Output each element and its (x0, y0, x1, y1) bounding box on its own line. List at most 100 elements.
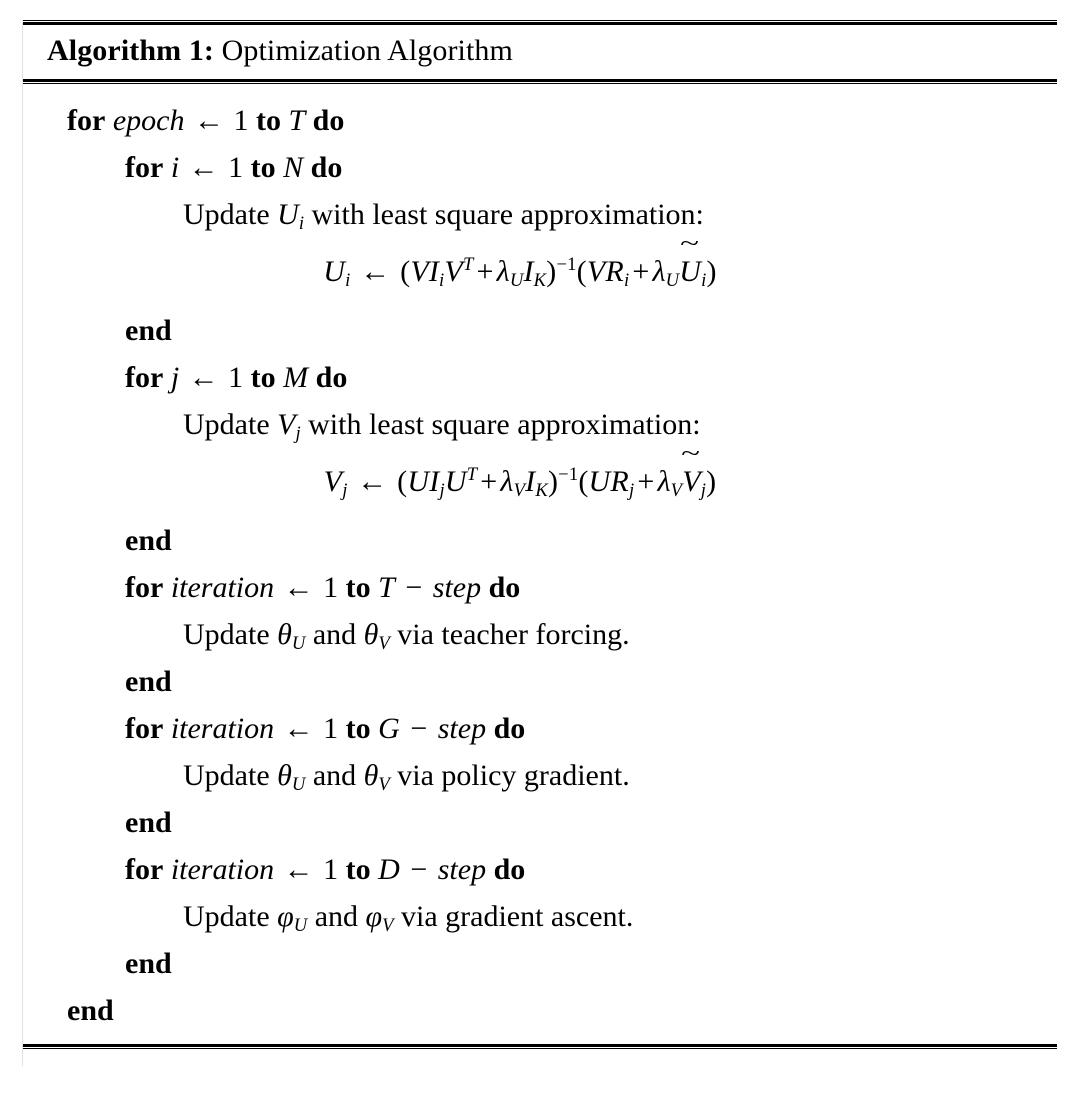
subscript-j: j (295, 422, 301, 444)
minus-operator: − (410, 711, 428, 745)
statement-with-lsq: with least square approximation: (311, 197, 704, 231)
tilde-accent-V: ~ V (681, 441, 701, 498)
keyword-to: to (255, 103, 281, 137)
keyword-do: do (488, 570, 521, 604)
algorithm-line-for-g-step: for iteration ← 1 to G − step do (23, 705, 1057, 752)
algorithm-body: for epoch ← 1 to T do for i ← 1 to N do … (23, 84, 1057, 1044)
keyword-end: end (125, 805, 172, 839)
keyword-to: to (345, 711, 371, 745)
keyword-for: for (125, 711, 164, 745)
conjunction-and: and (312, 617, 357, 651)
assign-arrow-icon: ← (357, 464, 388, 498)
algorithm-line-for-j: for j ← 1 to M do (23, 354, 1057, 401)
assign-arrow-icon: ← (193, 103, 224, 137)
algorithm-caption: Algorithm 1: Optimization Algorithm (23, 25, 1057, 79)
assign-arrow-icon: ← (188, 360, 219, 394)
symbol-V: Vj (277, 407, 301, 444)
loop-bound-T: T (288, 103, 306, 137)
symbol-theta-V: θV (363, 617, 390, 654)
loop-start-value: 1 (228, 150, 244, 184)
algorithm-line-end-epoch: end (23, 987, 1057, 1034)
statement-with-lsq: with least square approximation: (308, 407, 701, 441)
loop-bound-N: N (283, 150, 304, 184)
equation-v-expression: Vj ← (UIjUT + λVIK)−1(URj + λV ~ Vj) (324, 441, 757, 505)
loop-var-iteration: iteration (170, 570, 275, 604)
assign-arrow-icon: ← (360, 254, 391, 288)
algorithm-line-for-t-step: for iteration ← 1 to T − step do (23, 564, 1057, 611)
algorithm-line-end-g-step: end (23, 799, 1057, 846)
loop-bound-M: M (283, 360, 309, 394)
loop-var-iteration: iteration (170, 711, 275, 745)
algorithm-equation-v: Vj ← (UIjUT + λVIK)−1(URj + λV ~ Vj) (23, 441, 1057, 517)
symbol-theta-V: θV (363, 758, 390, 795)
symbol-U: Ui (277, 197, 304, 234)
algorithm-line-update-v: Update Vj with least square approximatio… (23, 401, 1057, 448)
minus-operator: − (405, 570, 423, 604)
statement-via-policy-gradient: via policy gradient. (397, 758, 630, 792)
assign-arrow-icon: ← (283, 570, 314, 604)
assign-arrow-icon: ← (283, 852, 314, 886)
statement-update: Update (183, 197, 270, 231)
statement-update: Update (183, 407, 270, 441)
algorithm-line-for-epoch: for epoch ← 1 to T do (23, 97, 1057, 144)
symbol-phi-U: φU (277, 899, 308, 936)
loop-start-value: 1 (233, 103, 249, 137)
keyword-do: do (312, 103, 345, 137)
statement-via-gradient-ascent: via gradient ascent. (400, 899, 634, 933)
keyword-do: do (315, 360, 348, 394)
statement-update: Update (183, 758, 270, 792)
keyword-end: end (67, 993, 114, 1027)
algorithm-caption-label: Algorithm 1: (47, 34, 215, 67)
keyword-end: end (125, 946, 172, 980)
keyword-do: do (493, 711, 526, 745)
symbol-theta-U: θU (277, 617, 306, 654)
equation-u-expression: Ui ← (VIiVT + λUIK)−1(VRi + λU ~ Ui) (323, 232, 756, 295)
keyword-to: to (345, 852, 371, 886)
keyword-for: for (125, 360, 164, 394)
algorithm-line-update-u: Update Ui with least square approximatio… (23, 191, 1057, 238)
keyword-end: end (125, 313, 172, 347)
algorithm-line-update-theta-teacher: Update θU and θV via teacher forcing. (23, 611, 1057, 658)
keyword-do: do (493, 852, 526, 886)
keyword-for: for (125, 852, 164, 886)
loop-bound-T: T (378, 570, 395, 604)
conjunction-and: and (312, 758, 357, 792)
subscript-i: i (298, 212, 304, 234)
loop-start-value: 1 (228, 360, 244, 394)
algorithm-line-end-t-step: end (23, 658, 1057, 705)
loop-bound-step: step (437, 711, 487, 745)
algorithm-caption-title: Optimization Algorithm (214, 34, 513, 67)
algorithm-line-end-j: end (23, 517, 1057, 564)
loop-start-value: 1 (323, 852, 339, 886)
algorithm-line-end-d-step: end (23, 940, 1057, 987)
symbol-theta-U: θU (277, 758, 306, 795)
keyword-to: to (250, 360, 276, 394)
keyword-to: to (345, 570, 371, 604)
keyword-do: do (310, 150, 343, 184)
assign-arrow-icon: ← (283, 711, 314, 745)
algorithm-line-end-i: end (23, 307, 1057, 354)
algorithm-bottom-rule (23, 1043, 1057, 1049)
loop-var-i: i (170, 150, 180, 184)
loop-bound-G: G (378, 711, 400, 745)
keyword-to: to (250, 150, 276, 184)
statement-update: Update (183, 617, 270, 651)
loop-bound-step: step (432, 570, 482, 604)
loop-var-epoch: epoch (112, 103, 185, 137)
symbol-phi-V: φV (365, 899, 394, 936)
algorithm-line-for-i: for i ← 1 to N do (23, 144, 1057, 191)
keyword-for: for (67, 103, 106, 137)
loop-bound-step: step (437, 852, 487, 886)
keyword-end: end (125, 523, 172, 557)
statement-via-teacher-forcing: via teacher forcing. (397, 617, 630, 651)
keyword-for: for (125, 570, 164, 604)
algorithm-line-update-phi-ascent: Update φU and φV via gradient ascent. (23, 893, 1057, 940)
algorithm-block: Algorithm 1: Optimization Algorithm for … (22, 20, 1057, 1066)
loop-var-iteration: iteration (170, 852, 275, 886)
keyword-end: end (125, 664, 172, 698)
statement-update: Update (183, 899, 270, 933)
loop-start-value: 1 (323, 711, 339, 745)
loop-start-value: 1 (323, 570, 339, 604)
assign-arrow-icon: ← (188, 150, 219, 184)
algorithm-line-update-theta-policy: Update θU and θV via policy gradient. (23, 752, 1057, 799)
